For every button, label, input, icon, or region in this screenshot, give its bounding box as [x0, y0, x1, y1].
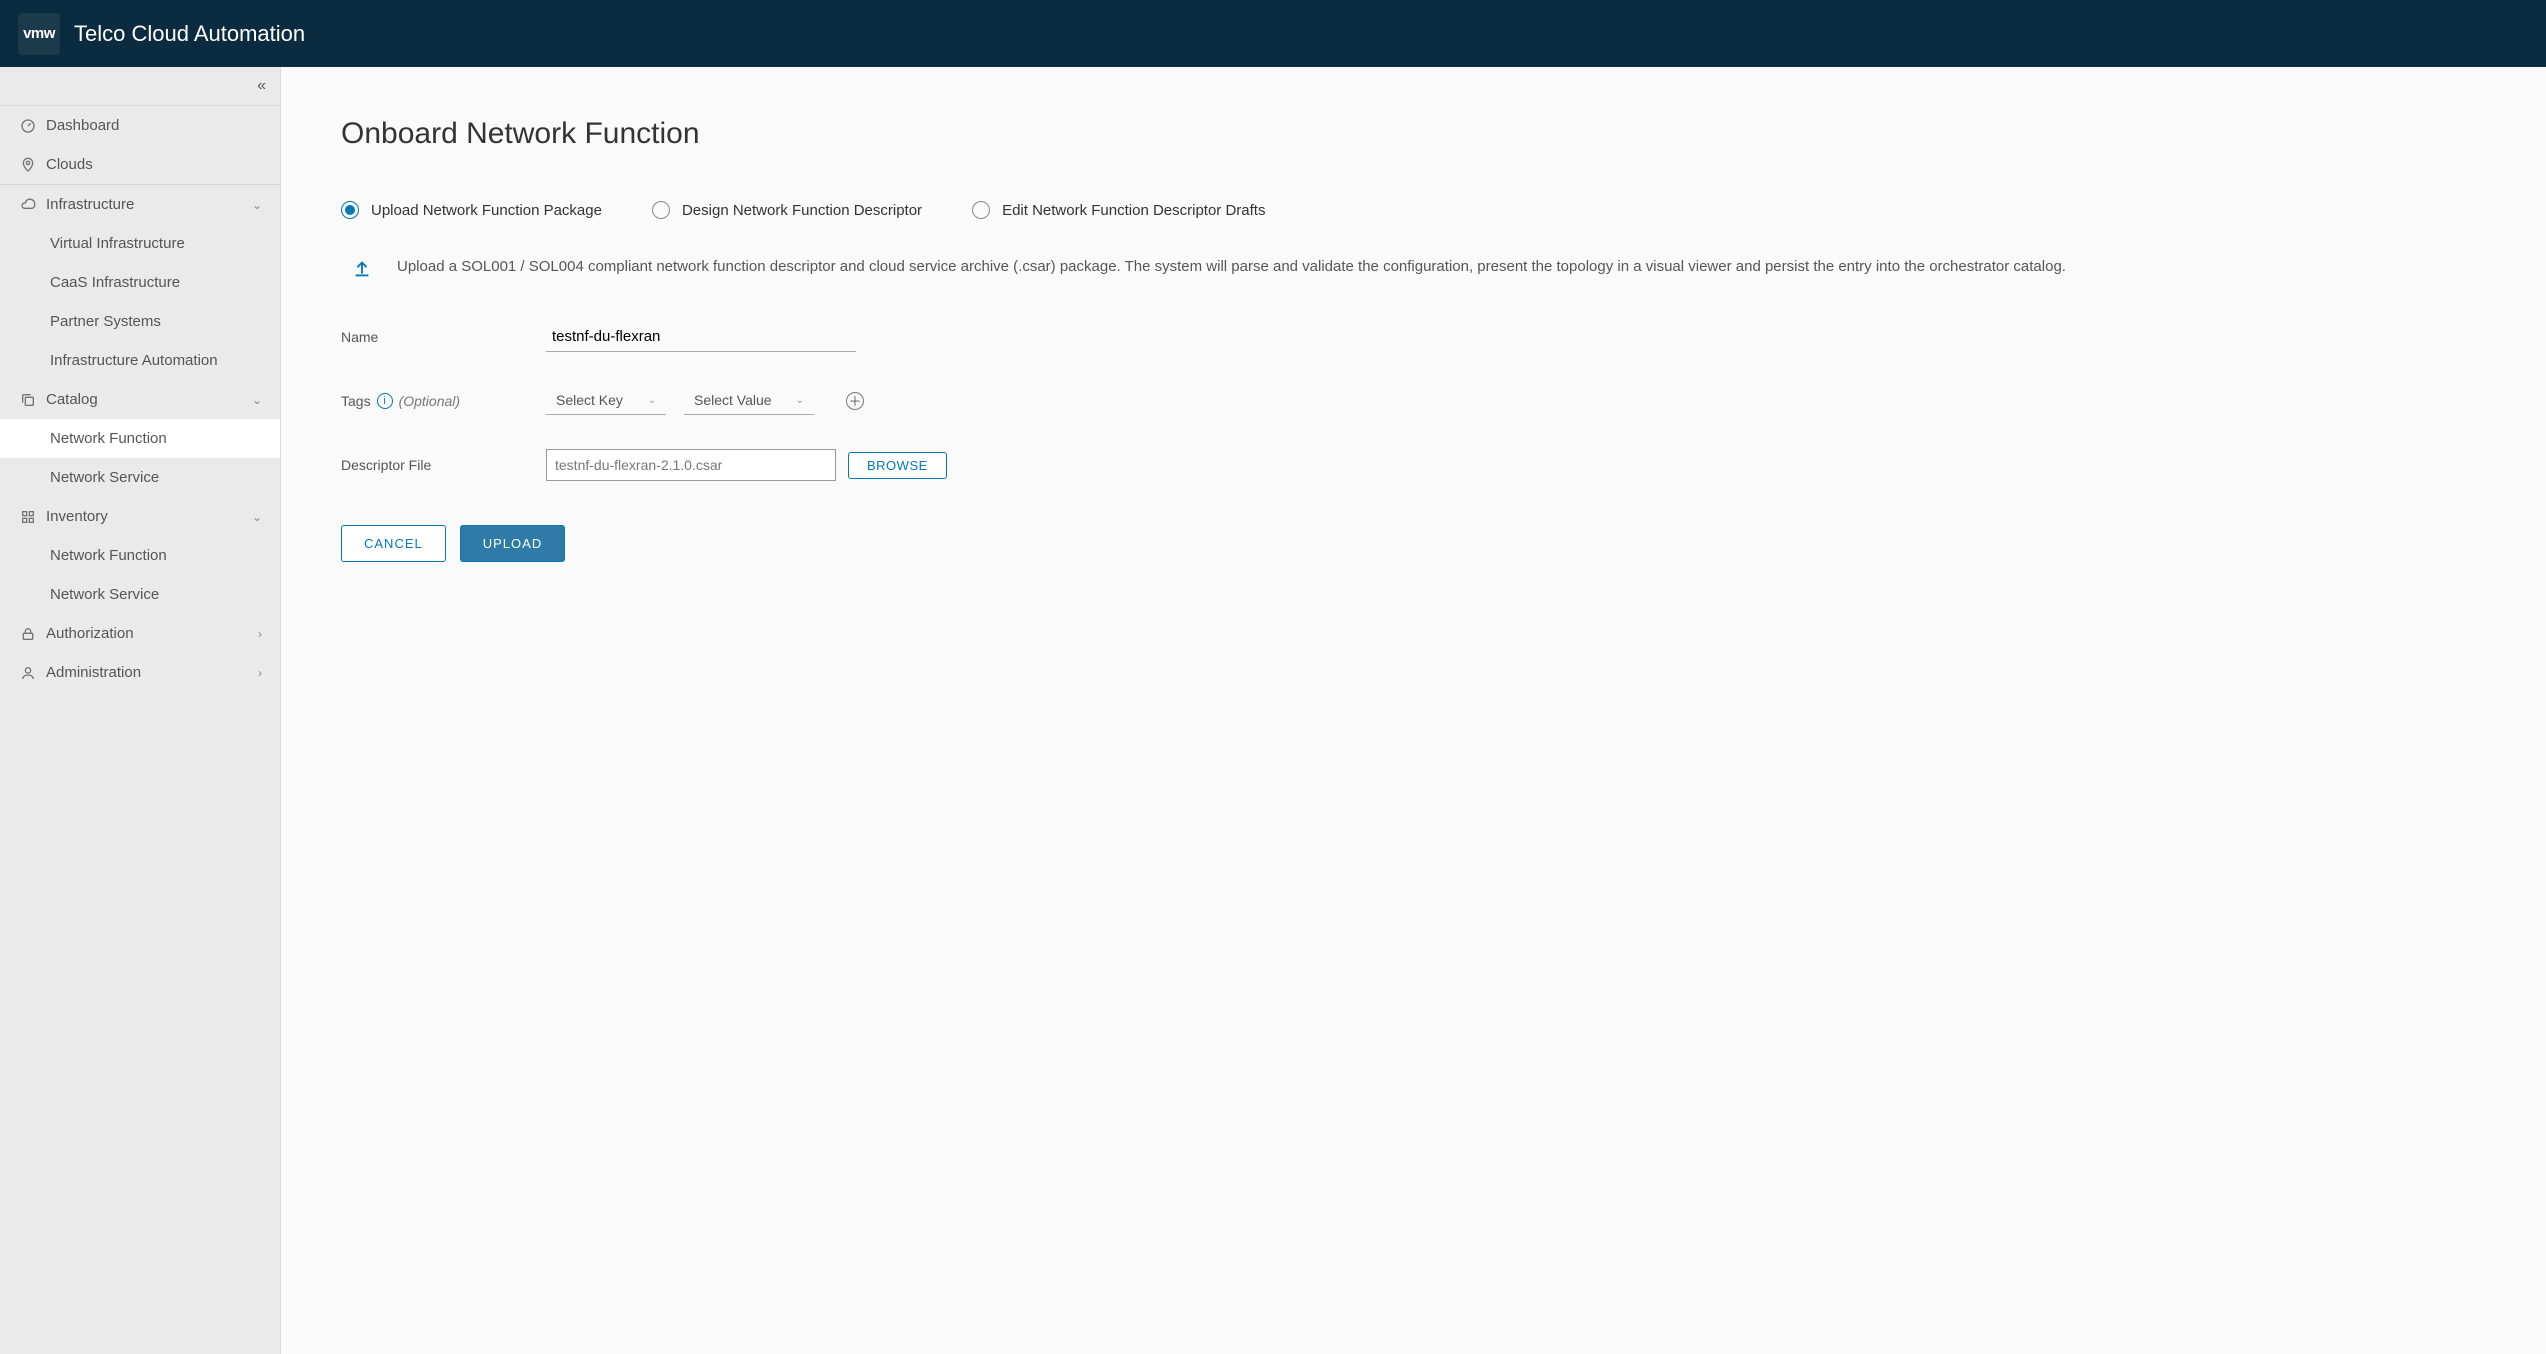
upload-icon: [351, 258, 373, 280]
sidebar-group-label: Administration: [46, 664, 141, 681]
vmware-logo: vmw: [18, 13, 60, 55]
action-row: CANCEL UPLOAD: [341, 525, 2486, 562]
sidebar-item-label: Infrastructure Automation: [50, 352, 218, 369]
chevron-down-icon: ⌄: [796, 395, 804, 406]
collapse-sidebar-icon[interactable]: «: [257, 77, 266, 95]
chevron-right-icon: ›: [258, 627, 262, 641]
optional-hint: (Optional): [399, 393, 460, 409]
form-row-name: Name: [341, 322, 2486, 352]
copy-icon: [18, 392, 38, 408]
form-row-tags: Tags i (Optional) Select Key ⌄ Select Va…: [341, 386, 2486, 415]
sidebar-item-label: Network Service: [50, 586, 159, 603]
sidebar-group-infrastructure[interactable]: Infrastructure ⌄: [0, 185, 280, 224]
sidebar-item-label: Network Function: [50, 430, 167, 447]
mode-radio-group: Upload Network Function Package Design N…: [341, 201, 2486, 219]
sidebar: « Dashboard Clouds Infrastr: [0, 67, 281, 1354]
sidebar-item-label: Dashboard: [46, 117, 119, 134]
browse-button[interactable]: BROWSE: [848, 452, 947, 479]
map-pin-icon: [18, 157, 38, 173]
sidebar-item-caas-infrastructure[interactable]: CaaS Infrastructure: [0, 263, 280, 302]
form-label-descriptor: Descriptor File: [341, 457, 546, 473]
sidebar-item-label: Partner Systems: [50, 313, 161, 330]
radio-indicator: [972, 201, 990, 219]
radio-design-descriptor[interactable]: Design Network Function Descriptor: [652, 201, 922, 219]
grid-icon: [18, 509, 38, 525]
logo-text: vmw: [23, 25, 55, 42]
form-label-name: Name: [341, 329, 546, 345]
sidebar-group-authorization[interactable]: Authorization ›: [0, 614, 280, 653]
radio-edit-drafts[interactable]: Edit Network Function Descriptor Drafts: [972, 201, 1265, 219]
sidebar-item-clouds[interactable]: Clouds: [0, 145, 280, 184]
sidebar-item-label: CaaS Infrastructure: [50, 274, 180, 291]
name-input[interactable]: [546, 322, 856, 352]
main-content: Onboard Network Function Upload Network …: [281, 67, 2546, 1354]
mode-description-text: Upload a SOL001 / SOL004 compliant netwo…: [397, 255, 2066, 279]
tags-label-text: Tags: [341, 393, 371, 409]
sidebar-group-inventory[interactable]: Inventory ⌄: [0, 497, 280, 536]
form-label-tags: Tags i (Optional): [341, 393, 546, 409]
sidebar-item-label: Virtual Infrastructure: [50, 235, 185, 252]
tags-value-select[interactable]: Select Value ⌄: [684, 386, 814, 415]
sidebar-item-virtual-infrastructure[interactable]: Virtual Infrastructure: [0, 224, 280, 263]
cancel-button[interactable]: CANCEL: [341, 525, 446, 562]
select-placeholder: Select Key: [556, 392, 623, 408]
info-icon[interactable]: i: [377, 393, 393, 409]
cloud-icon: [18, 197, 38, 213]
radio-indicator: [341, 201, 359, 219]
sidebar-group-administration[interactable]: Administration ›: [0, 653, 280, 692]
sidebar-item-label: Network Function: [50, 547, 167, 564]
mode-description-row: Upload a SOL001 / SOL004 compliant netwo…: [341, 255, 2486, 280]
radio-upload-package[interactable]: Upload Network Function Package: [341, 201, 602, 219]
chevron-down-icon: ⌄: [252, 198, 262, 212]
upload-button[interactable]: UPLOAD: [460, 525, 565, 562]
chevron-down-icon: ⌄: [252, 510, 262, 524]
gauge-icon: [18, 118, 38, 134]
sidebar-group-label: Infrastructure: [46, 196, 134, 213]
radio-label: Edit Network Function Descriptor Drafts: [1002, 202, 1265, 219]
radio-indicator: [652, 201, 670, 219]
chevron-right-icon: ›: [258, 666, 262, 680]
sidebar-group-label: Catalog: [46, 391, 98, 408]
page-title: Onboard Network Function: [341, 117, 2486, 151]
sidebar-item-label: Clouds: [46, 156, 93, 173]
app-header: vmw Telco Cloud Automation: [0, 0, 2546, 67]
sidebar-collapse-row: «: [0, 67, 280, 106]
descriptor-file-display: testnf-du-flexran-2.1.0.csar: [546, 449, 836, 481]
sidebar-group-label: Authorization: [46, 625, 134, 642]
sidebar-item-catalog-network-service[interactable]: Network Service: [0, 458, 280, 497]
sidebar-item-partner-systems[interactable]: Partner Systems: [0, 302, 280, 341]
sidebar-group-label: Inventory: [46, 508, 108, 525]
sidebar-item-inventory-network-function[interactable]: Network Function: [0, 536, 280, 575]
lock-icon: [18, 626, 38, 642]
sidebar-item-infrastructure-automation[interactable]: Infrastructure Automation: [0, 341, 280, 380]
app-title: Telco Cloud Automation: [74, 21, 305, 47]
select-placeholder: Select Value: [694, 392, 772, 408]
form-row-descriptor-file: Descriptor File testnf-du-flexran-2.1.0.…: [341, 449, 2486, 481]
sidebar-item-label: Network Service: [50, 469, 159, 486]
tags-key-select[interactable]: Select Key ⌄: [546, 386, 666, 415]
chevron-down-icon: ⌄: [648, 395, 656, 406]
user-icon: [18, 665, 38, 681]
radio-label: Design Network Function Descriptor: [682, 202, 922, 219]
chevron-down-icon: ⌄: [252, 393, 262, 407]
radio-label: Upload Network Function Package: [371, 202, 602, 219]
descriptor-filename: testnf-du-flexran-2.1.0.csar: [555, 457, 722, 473]
sidebar-item-catalog-network-function[interactable]: Network Function: [0, 419, 280, 458]
sidebar-group-catalog[interactable]: Catalog ⌄: [0, 380, 280, 419]
add-tag-icon[interactable]: ＋: [846, 392, 864, 410]
sidebar-item-dashboard[interactable]: Dashboard: [0, 106, 280, 145]
sidebar-item-inventory-network-service[interactable]: Network Service: [0, 575, 280, 614]
